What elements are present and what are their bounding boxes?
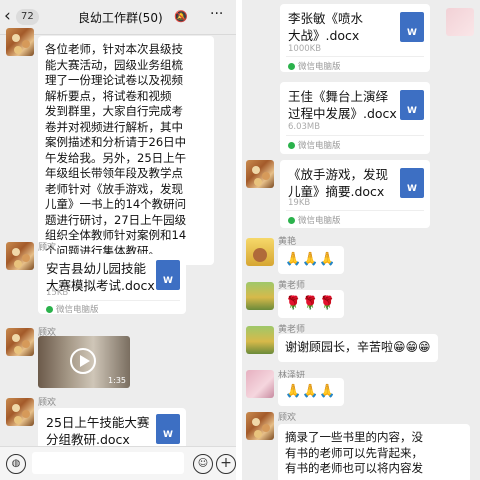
divider (286, 56, 424, 57)
file-size: 19KB (288, 198, 311, 208)
avatar[interactable] (246, 160, 274, 188)
chat-title: 良幼工作群(50) (78, 11, 163, 25)
file-message-bubble[interactable]: 王佳《舞台上演绎 过程中发展》.docx 6.03MB W 微信电脑版 (280, 82, 430, 154)
file-size: 15KB (46, 288, 69, 298)
divider (286, 135, 424, 136)
sender-name: 顾欢 (278, 413, 297, 423)
avatar[interactable] (246, 326, 274, 354)
divider (44, 300, 180, 301)
unread-badge[interactable]: 72 (16, 9, 39, 25)
file-source: 微信电脑版 (288, 60, 341, 72)
avatar[interactable] (246, 370, 274, 398)
avatar[interactable] (6, 398, 34, 426)
file-source: 微信电脑版 (288, 214, 341, 226)
plus-icon[interactable]: + (216, 454, 236, 474)
divider (286, 210, 424, 211)
emoji-icon[interactable]: ☺ (193, 454, 213, 474)
file-source: 微信电脑版 (288, 139, 341, 151)
mute-bell-icon: 🔕 (174, 10, 188, 23)
word-document-icon: W (400, 12, 424, 42)
text-message-bubble[interactable]: 摘录了一些书里的内容，没 有书的老师可以先背起来， 有书的老师也可以将内容发 (278, 424, 470, 480)
file-size: 6.03MB (288, 122, 321, 132)
word-document-icon: W (400, 168, 424, 198)
word-document-icon: W (156, 260, 180, 290)
file-name: 李张敏《喷水 大战》.docx (288, 11, 364, 43)
chat-header: ‹ 72 良幼工作群(50) 🔕 ··· (0, 0, 236, 35)
wechat-pc-icon (46, 306, 53, 313)
input-toolbar: ◍ ☺ + (0, 446, 236, 480)
video-message[interactable]: 1:35 (38, 336, 130, 388)
file-message-bubble[interactable]: 李张敏《喷水 大战》.docx 1000KB W 微信电脑版 (280, 4, 430, 72)
file-message-bubble[interactable]: 《放手游戏，发现 儿童》摘要.docx 19KB W 微信电脑版 (280, 160, 430, 228)
text-message-bubble[interactable]: 谢谢顾园长，辛苦啦😁😁😁 (278, 334, 438, 362)
file-name: 《放手游戏，发现 儿童》摘要.docx (288, 167, 389, 199)
avatar[interactable] (246, 238, 274, 266)
avatar[interactable] (446, 8, 474, 36)
more-options-icon[interactable]: ··· (210, 6, 223, 22)
file-source: 微信电脑版 (46, 303, 99, 315)
sender-name: 顾欢 (38, 398, 57, 408)
wechat-pc-icon (288, 217, 295, 224)
chat-panel-right: 李张敏《喷水 大战》.docx 1000KB W 微信电脑版 王佳《舞台上演绎 … (242, 0, 480, 480)
wechat-pc-icon (288, 142, 295, 149)
back-chevron-icon[interactable]: ‹ (4, 6, 11, 26)
word-document-icon: W (400, 90, 424, 120)
chat-panel-left: ‹ 72 良幼工作群(50) 🔕 ··· 各位老师，针对本次县级技 能大赛活动，… (0, 0, 236, 480)
play-icon[interactable] (70, 348, 96, 374)
avatar[interactable] (6, 28, 34, 56)
wechat-pc-icon (288, 63, 295, 70)
message-input[interactable] (32, 452, 184, 474)
file-name: 王佳《舞台上演绎 过程中发展》.docx (288, 89, 397, 121)
text-message-bubble[interactable]: 🙏🙏🙏 (278, 246, 344, 274)
word-document-icon: W (156, 414, 180, 444)
avatar[interactable] (246, 412, 274, 440)
video-duration: 1:35 (108, 376, 126, 385)
file-name: 25日上午技能大赛 分组教研.docx (46, 415, 150, 447)
text-message-bubble[interactable]: 🙏🙏🙏 (278, 378, 344, 406)
text-message-bubble[interactable]: 各位老师，针对本次县级技 能大赛活动，园级业务组梳 理了一份理论试卷以及视频 解… (38, 36, 214, 265)
voice-icon[interactable]: ◍ (6, 454, 26, 474)
avatar[interactable] (6, 328, 34, 356)
avatar[interactable] (6, 242, 34, 270)
text-message-bubble[interactable]: 🌹🌹🌹 (278, 290, 344, 318)
avatar[interactable] (246, 282, 274, 310)
sender-name: 顾欢 (38, 243, 57, 253)
file-message-bubble[interactable]: 安吉县幼儿园技能 大赛模拟考试.docx 15KB W 微信电脑版 (38, 254, 186, 315)
file-size: 1000KB (288, 44, 322, 54)
